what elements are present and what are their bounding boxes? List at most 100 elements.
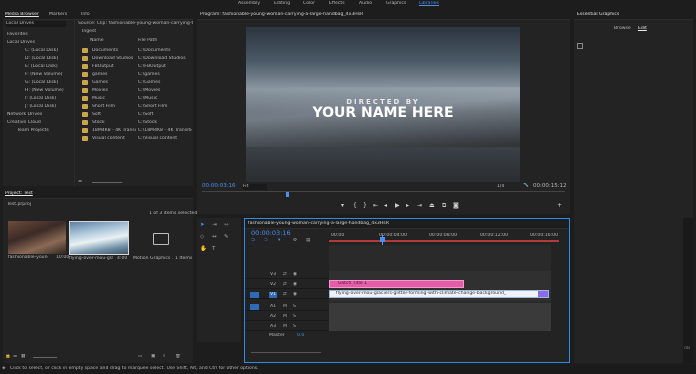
file-row[interactable]: FBOutput C:\FBOutput <box>76 63 193 71</box>
playhead-timecode[interactable]: 00:00:03:16 <box>202 183 236 190</box>
snap-icon[interactable]: ⊐ <box>251 238 255 244</box>
step-back-icon[interactable]: ◂ <box>384 202 387 210</box>
solo-icon[interactable]: S <box>293 304 296 310</box>
project-item-bin[interactable]: Motion Graphics ... 1 Items <box>133 221 192 263</box>
file-row[interactable]: Games C:\Games <box>76 79 193 87</box>
zoom-slider[interactable] <box>33 357 57 358</box>
eye-icon[interactable]: ◉ <box>293 292 297 298</box>
tree-item[interactable]: Network Drives <box>7 112 42 118</box>
search-icon[interactable]: ⌕ <box>163 354 166 360</box>
tree-item[interactable]: Favorites <box>7 32 28 38</box>
timeline-timecode[interactable]: 00:00:03:16 <box>251 230 291 237</box>
ripple-edit-icon[interactable]: ⇿ <box>224 222 229 229</box>
source-patch-a1[interactable] <box>250 304 259 310</box>
tree-item[interactable]: Team Projects <box>17 128 49 134</box>
icon-view-icon[interactable]: ▦ <box>21 354 25 360</box>
settings-icon[interactable]: ⚙ <box>293 238 297 244</box>
project-item-2[interactable]: flying-over-mou-glac... 4:00 <box>69 221 129 263</box>
add-button-icon[interactable]: + <box>557 202 562 210</box>
track-area[interactable]: Glitch Title 1 flying-over-mou-glaciers-… <box>329 245 551 331</box>
zoom-slider[interactable] <box>92 182 122 183</box>
razor-tool-icon[interactable]: ◇ <box>200 234 204 241</box>
workspace-tab-color[interactable]: Color <box>303 1 315 7</box>
time-ruler[interactable]: 00:00 00:00:04:00 00:00:08:00 00:00:12:0… <box>329 230 569 244</box>
workspace-tab-assembly[interactable]: Assembly <box>238 1 260 7</box>
video-frame[interactable]: DIRECTED BY YOUR NAME HERE <box>246 27 520 182</box>
timeline-scrollbar[interactable] <box>251 352 321 355</box>
list-view-icon[interactable]: ☰ <box>78 179 82 185</box>
tree-item[interactable]: D: (Local Disk) <box>25 56 58 62</box>
go-to-in-icon[interactable]: ⇤ <box>373 202 378 210</box>
file-row[interactable]: Music C:\Music <box>76 95 193 103</box>
step-forward-icon[interactable]: ▸ <box>406 202 409 210</box>
workspace-tab-editing[interactable]: Editing <box>274 1 290 7</box>
mute-icon[interactable]: M <box>283 314 287 320</box>
tab-browse[interactable]: Browse <box>614 26 631 32</box>
program-title[interactable]: Program: fashionable-young-woman-carryin… <box>200 12 500 18</box>
fit-dropdown[interactable]: Fit <box>243 184 267 190</box>
go-to-out-icon[interactable]: ⇥ <box>417 202 422 210</box>
title-clip[interactable]: Glitch Title 1 <box>329 280 464 288</box>
captions-icon[interactable]: ▤ <box>306 238 310 244</box>
tree-item[interactable]: C: (Local Disk) <box>25 48 58 54</box>
selection-tool-icon[interactable]: ➤ <box>200 222 205 229</box>
file-row[interactable]: 18M4K8 - 4K Transiti C:\18M4K8 - 4K Trans… <box>76 127 193 135</box>
sequence-tab[interactable]: fashionable-young-woman-carrying-a-large… <box>248 221 448 227</box>
tree-item[interactable]: I: (Local Disk) <box>25 96 56 102</box>
tree-item[interactable]: Local Drives <box>7 40 35 46</box>
file-row[interactable]: Visual content C:\Visual content <box>76 135 193 143</box>
playhead-marker[interactable] <box>286 192 289 197</box>
file-row[interactable]: games C:\games <box>76 71 193 79</box>
new-item-icon[interactable]: ▣ <box>151 354 155 360</box>
extract-icon[interactable]: ⧉ <box>442 202 446 210</box>
tab-edit[interactable]: Edit <box>638 26 647 32</box>
tab-markers[interactable]: Markers <box>49 12 67 18</box>
tab-media-browser[interactable]: Media Browser <box>5 12 39 18</box>
trash-icon[interactable]: 🗑 <box>175 354 181 360</box>
resolution-dropdown[interactable]: 1/4 <box>497 184 504 190</box>
playhead-head[interactable] <box>380 237 385 242</box>
eye-icon[interactable]: ◉ <box>293 272 297 278</box>
workspace-tab-graphics[interactable]: Graphics <box>386 1 406 7</box>
essential-graphics-title[interactable]: Essential Graphics <box>577 12 619 18</box>
tree-item[interactable]: J: (Local Disk) <box>25 104 56 110</box>
track-select-icon[interactable]: ⇥ <box>212 222 217 229</box>
video-clip[interactable]: flying-over-mou-glaciers-glitter-forming… <box>329 290 549 298</box>
file-row[interactable]: Download Studios C:\Download Studios <box>76 55 193 63</box>
file-row[interactable]: Stock C:\Stock <box>76 119 193 127</box>
project-title[interactable]: Project: Test <box>5 191 33 197</box>
tab-info[interactable]: Info <box>81 12 90 18</box>
sync-lock-icon[interactable]: ⇄ <box>283 292 287 298</box>
lock-icon[interactable]: 🔒 <box>5 354 11 360</box>
lift-icon[interactable]: ⏏ <box>429 202 435 210</box>
ingest-checkbox[interactable]: Ingest <box>82 29 96 35</box>
work-area-bar[interactable] <box>329 240 559 242</box>
program-scrubber[interactable] <box>202 191 565 197</box>
eye-icon[interactable]: ◉ <box>293 282 297 288</box>
mute-icon[interactable]: M <box>283 324 287 330</box>
add-marker-icon[interactable]: ▾ <box>278 238 280 244</box>
wrench-icon[interactable]: 🔧 <box>523 183 529 189</box>
linked-selection-icon[interactable]: ⊃ <box>264 238 268 244</box>
source-patch-v1[interactable] <box>250 292 259 298</box>
sync-lock-icon[interactable]: ⇄ <box>283 272 287 278</box>
col-name-header[interactable]: Name <box>90 38 104 44</box>
file-row[interactable]: Documents C:\Documents <box>76 47 193 55</box>
solo-icon[interactable]: S <box>293 324 296 330</box>
file-row[interactable]: Movies C:\Movies <box>76 87 193 95</box>
play-icon[interactable]: ▶ <box>395 202 400 210</box>
tree-item[interactable]: Creative Cloud <box>7 120 41 126</box>
drive-select[interactable]: Local Drives <box>6 21 66 27</box>
list-view-icon[interactable]: ☰ <box>13 354 17 360</box>
master-volume[interactable]: 0.0 <box>297 333 304 339</box>
graphics-layer-box[interactable] <box>577 43 583 49</box>
tree-item[interactable]: H: (New Volume) <box>25 88 64 94</box>
hand-tool-icon[interactable]: ✋ <box>200 246 207 253</box>
mark-in-icon[interactable]: { <box>353 202 357 210</box>
file-row[interactable]: Soft C:\Soft <box>76 111 193 119</box>
file-row[interactable]: Short Film C:\Short Film <box>76 103 193 111</box>
tree-item[interactable]: F: (New Volume) <box>25 72 62 78</box>
add-marker-icon[interactable]: ▾ <box>341 202 344 210</box>
workspace-tab-effects[interactable]: Effects <box>329 1 345 7</box>
col-path-header[interactable]: File Path <box>138 38 157 44</box>
